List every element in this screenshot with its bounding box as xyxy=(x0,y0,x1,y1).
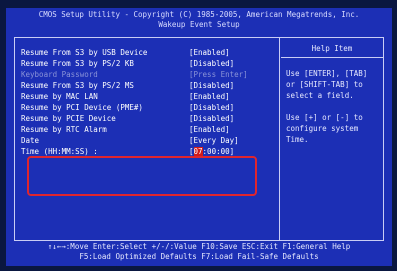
help-text-navigation: Use [ENTER], [TAB] or [SHIFT-TAB] to sel… xyxy=(286,69,368,100)
setting-label: Resume by RTC Alarm xyxy=(21,125,107,134)
setting-value[interactable]: [Disabled] xyxy=(189,113,234,124)
time-cursor[interactable]: 07 xyxy=(193,147,203,156)
setting-date[interactable]: Date [Every Day] xyxy=(21,135,277,146)
setting-label: Keyboard Password xyxy=(21,70,98,79)
setting-label: Resume by MAC LAN xyxy=(21,92,98,101)
setting-value[interactable]: [Enabled] xyxy=(189,91,230,102)
setting-value[interactable]: [Disabled] xyxy=(189,80,234,91)
time-value-prefix: [ xyxy=(189,147,194,156)
setting-keyboard-password: Keyboard Password [Press Enter] xyxy=(21,69,277,80)
setting-resume-pci-device[interactable]: Resume by PCI Device (PME#) [Disabled] xyxy=(21,102,277,113)
key-legend: ↑↓←→:Move Enter:Select +/-/:Value F10:Sa… xyxy=(6,242,392,266)
setting-resume-s3-usb[interactable]: Resume From S3 by USB Device [Enabled] xyxy=(21,47,277,58)
setting-label: Date xyxy=(21,136,40,145)
bios-header: CMOS Setup Utility - Copyright (C) 1985-… xyxy=(6,8,392,34)
monitor-bezel: CMOS Setup Utility - Copyright (C) 1985-… xyxy=(0,0,397,271)
bios-title: CMOS Setup Utility - Copyright (C) 1985-… xyxy=(38,10,360,19)
setting-value[interactable]: [Enabled] xyxy=(189,47,230,58)
setting-resume-s3-ps2-ms[interactable]: Resume From S3 by PS/2 MS [Disabled] xyxy=(21,80,277,91)
help-separator xyxy=(281,57,383,58)
help-title: Help Item xyxy=(311,44,353,53)
key-legend-line-2: F5:Load Optimized Defaults F7:Load Fail-… xyxy=(79,252,319,261)
bios-screen: CMOS Setup Utility - Copyright (C) 1985-… xyxy=(6,8,392,266)
settings-frame: Resume From S3 by USB Device [Enabled] R… xyxy=(14,37,384,241)
key-legend-line-1: ↑↓←→:Move Enter:Select +/-/:Value F10:Sa… xyxy=(47,242,351,251)
help-panel: Help Item Use [ENTER], [TAB] or [SHIFT-T… xyxy=(281,38,383,240)
time-value-suffix: :00:00] xyxy=(202,147,235,156)
settings-list: Resume From S3 by USB Device [Enabled] R… xyxy=(21,47,277,157)
setting-label: Resume by PCI Device (PME#) xyxy=(21,103,143,112)
rtc-alarm-highlight xyxy=(27,156,257,196)
setting-resume-mac-lan[interactable]: Resume by MAC LAN [Enabled] xyxy=(21,91,277,102)
setting-label: Resume by PCIE Device xyxy=(21,114,116,123)
setting-resume-rtc-alarm[interactable]: Resume by RTC Alarm [Enabled] xyxy=(21,124,277,135)
setting-resume-pcie-device[interactable]: Resume by PCIE Device [Disabled] xyxy=(21,113,277,124)
setting-resume-s3-ps2-kb[interactable]: Resume From S3 by PS/2 KB [Disabled] xyxy=(21,58,277,69)
help-text-configure: Use [+] or [-] to configure system Time. xyxy=(286,113,363,144)
panel-divider xyxy=(279,38,280,240)
setting-value[interactable]: [Disabled] xyxy=(189,102,234,113)
setting-value[interactable]: [Every Day] xyxy=(189,135,239,146)
setting-value[interactable]: [Disabled] xyxy=(189,58,234,69)
setting-label: Resume From S3 by PS/2 MS xyxy=(21,81,134,90)
setting-label: Resume From S3 by PS/2 KB xyxy=(21,59,134,68)
setting-label: Resume From S3 by USB Device xyxy=(21,48,148,57)
page-title: Wakeup Event Setup xyxy=(158,20,240,29)
setting-value: [Press Enter] xyxy=(189,70,248,79)
setting-value[interactable]: [Enabled] xyxy=(189,124,230,135)
